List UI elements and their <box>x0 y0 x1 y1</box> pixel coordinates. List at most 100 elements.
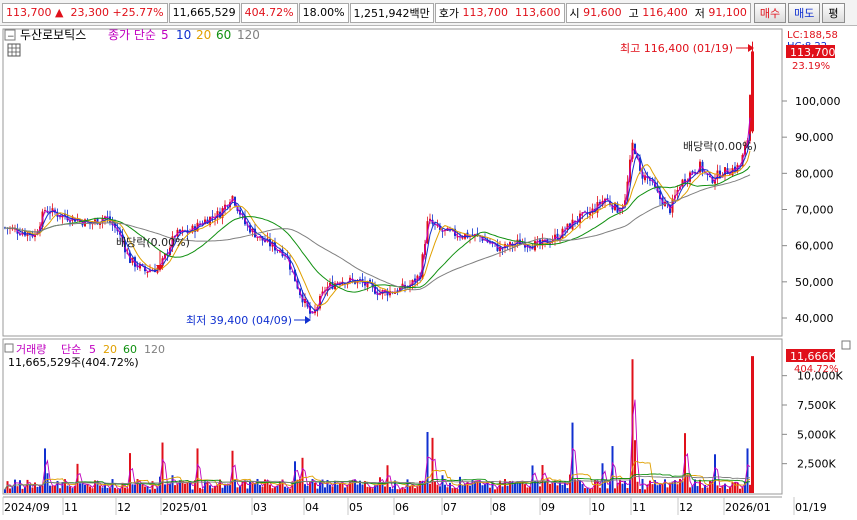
volume-bar <box>391 488 394 493</box>
volume-bar <box>46 473 49 493</box>
last-volume-bar <box>751 356 754 493</box>
volume-bar <box>91 488 94 493</box>
volume-ratio-box: 404.72% <box>240 2 298 23</box>
volume-bar <box>329 484 331 493</box>
volume-bar <box>441 475 444 493</box>
volume-bar <box>661 483 664 493</box>
turnover-rate: 18.00% <box>302 6 345 19</box>
volume-bar <box>29 485 31 493</box>
volume-bar <box>739 488 741 493</box>
volume-value: 11,665,529 <box>172 6 236 19</box>
volume-bar <box>584 488 586 493</box>
volume-bar <box>576 480 579 493</box>
volume-bar <box>514 483 516 493</box>
vma120-label: 120 <box>144 343 165 356</box>
volume-bar <box>34 482 36 493</box>
volume-bar <box>164 484 166 493</box>
volume-bar <box>199 487 201 493</box>
volume-bar <box>579 480 581 493</box>
x-tick-label: 08 <box>492 501 506 514</box>
volume-bar <box>286 487 289 493</box>
volume-maximize-icon[interactable] <box>841 340 851 350</box>
volume-bar <box>99 485 101 493</box>
vma60-label: 60 <box>123 343 137 356</box>
price-panel <box>2 28 783 337</box>
eval-button[interactable]: 평 <box>822 2 845 23</box>
ohl-box: 시 91,600 고 116,400 저 91,100 <box>565 2 751 23</box>
trade-amount: 1,251,942백만 <box>353 6 430 20</box>
volume-bar <box>404 488 406 493</box>
volume-bar <box>84 484 86 493</box>
volume-bar <box>589 489 591 493</box>
volume-bar <box>526 487 529 493</box>
volume-value-note: 11,665,529주(404.72%) <box>8 356 139 369</box>
volume-bar <box>581 484 584 493</box>
volume-bar <box>269 484 271 493</box>
stock-chart-svg[interactable]: − 두산로보틱스 종가 단순 5 10 20 60 120 최고 116,400… <box>0 27 857 517</box>
turnover-box: 18.00% <box>298 2 349 23</box>
volume-bar <box>139 483 141 493</box>
volume-bar <box>566 488 569 493</box>
volume-bar <box>31 487 34 493</box>
minus-icon[interactable]: − <box>7 32 15 42</box>
volume-bar <box>221 487 224 493</box>
volume-bar <box>446 487 449 493</box>
ma20-label: 20 <box>196 28 211 42</box>
volume-bar <box>481 485 484 493</box>
price-tick-label: 90,000 <box>795 131 834 144</box>
volume-bar <box>676 484 679 493</box>
volume-bar <box>131 484 134 493</box>
volume-bar <box>314 482 316 493</box>
up-arrow-icon: ▲ <box>55 6 64 19</box>
volume-bar <box>259 484 261 493</box>
price-tick-label: 70,000 <box>795 204 834 217</box>
volume-bar <box>544 481 546 493</box>
volume-bar <box>149 489 151 493</box>
volume-bar <box>109 488 111 493</box>
volume-bar <box>444 484 446 493</box>
candle-body <box>146 271 149 273</box>
volume-bar <box>494 489 496 493</box>
dividend-annotation-2: 배당락(0.00%) <box>683 140 757 153</box>
volume-bar <box>144 486 146 493</box>
volume-bar <box>246 488 249 493</box>
current-pct-tag: 23.19% <box>792 61 830 72</box>
volume-bar <box>639 488 641 493</box>
quote-label: 호가 <box>438 6 460 20</box>
volume-bar <box>339 482 341 493</box>
volume-bar <box>469 485 471 493</box>
sell-button[interactable]: 매도 <box>788 2 821 23</box>
volume-bar <box>524 484 526 493</box>
buy-button[interactable]: 매수 <box>753 2 787 23</box>
volume-bar <box>86 483 89 493</box>
volume-bar <box>696 486 699 493</box>
volume-bar <box>659 484 661 493</box>
bid-price: 113,600 <box>515 6 561 19</box>
indicator-title: 종가 단순 <box>108 28 156 42</box>
open-price: 91,600 <box>583 6 622 19</box>
volume-bar <box>111 479 114 493</box>
volume-bar <box>484 483 486 493</box>
price-change-pct: +25.77% <box>112 6 164 19</box>
high-annotation: 최고 116,400 (01/19) <box>620 42 733 55</box>
stock-name: 두산로보틱스 <box>20 28 86 42</box>
volume-bar <box>366 486 369 493</box>
chart-area[interactable]: − 두산로보틱스 종가 단순 5 10 20 60 120 최고 116,400… <box>0 27 857 517</box>
volume-bar <box>14 479 16 493</box>
grid-table-icon[interactable] <box>7 43 21 57</box>
volume-bar <box>414 488 416 493</box>
price-tick-label: 60,000 <box>795 240 834 253</box>
volume-bar <box>66 485 69 493</box>
volume-collapse-icon[interactable] <box>4 343 14 353</box>
volume-bar <box>344 487 346 493</box>
volume-bar <box>439 486 441 493</box>
volume-bar <box>154 488 156 493</box>
volume-bar <box>334 480 336 493</box>
volume-bar <box>699 479 701 493</box>
volume-bar <box>71 488 74 493</box>
volume-bar <box>369 487 371 493</box>
volume-bar <box>26 479 29 493</box>
volume-bar <box>461 484 464 493</box>
price-tick-label: 50,000 <box>795 276 834 289</box>
volume-bar <box>749 484 751 493</box>
